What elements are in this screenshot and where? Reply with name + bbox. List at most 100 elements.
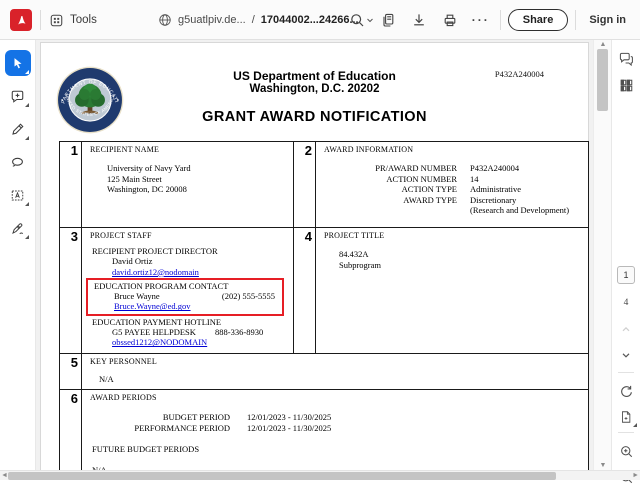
acrobat-logo-icon[interactable] [10, 9, 32, 31]
award-info-label [316, 205, 457, 216]
section-1-number: 1 [60, 142, 82, 228]
tools-button[interactable]: Tools [49, 13, 97, 28]
performance-period-label: PERFORMANCE PERIOD [82, 423, 230, 434]
document-title: GRANT AWARD NOTIFICATION [41, 109, 588, 125]
page-thumbnails-icon[interactable] [615, 74, 637, 96]
program-contact-email-link[interactable]: Bruce.Wayne@ed.gov [94, 301, 277, 311]
rotate-page-icon[interactable] [615, 380, 637, 402]
award-info-value: Administrative [470, 184, 588, 195]
page-view-options-icon[interactable] [615, 406, 637, 428]
select-tool-button[interactable] [5, 50, 31, 76]
vertical-scrollbar-thumb[interactable] [597, 49, 608, 111]
horizontal-scrollbar[interactable]: ◄ ► [0, 470, 640, 480]
future-budget-periods-label: FUTURE BUDGET PERIODS [82, 433, 588, 455]
section-2-label: AWARD INFORMATION [316, 142, 588, 154]
payment-hotline-name: G5 PAYEE HELPDESK [112, 327, 196, 337]
project-director-email-link[interactable]: david.ortiz12@nodomain [92, 267, 293, 277]
section-5-number: 5 [60, 354, 82, 390]
current-page-input[interactable]: 1 [617, 266, 635, 284]
section-2-number: 2 [294, 142, 316, 228]
award-info-label: AWARD TYPE [316, 195, 457, 206]
key-personnel-value: N/A [82, 366, 588, 385]
comments-panel-icon[interactable] [615, 48, 637, 70]
next-page-icon[interactable] [615, 344, 637, 366]
program-contact-name: Bruce Wayne [94, 291, 160, 301]
recipient-street-line: 125 Main Street [107, 174, 293, 185]
rail-divider [618, 372, 634, 373]
scroll-up-arrow[interactable]: ▲ [594, 41, 612, 48]
more-options-icon[interactable]: ··· [469, 8, 493, 32]
download-icon[interactable] [407, 8, 431, 32]
toolbar-divider [500, 10, 501, 30]
copy-pages-icon[interactable] [376, 8, 400, 32]
recipient-city-line: Washington, DC 20008 [107, 184, 293, 195]
payment-hotline-email-link[interactable]: obssed1212@NODOMAIN [92, 337, 293, 347]
draw-pencil-tool-button[interactable] [5, 116, 31, 142]
breadcrumb-folder[interactable]: g5uatlpiv.de... [178, 14, 246, 26]
toolbar-divider [575, 10, 576, 30]
scroll-down-arrow[interactable]: ▼ [594, 462, 612, 469]
total-pages-label: 4 [624, 298, 629, 308]
zoom-in-icon[interactable] [615, 440, 637, 462]
section-5-label: KEY PERSONNEL [82, 354, 588, 366]
search-icon[interactable] [345, 8, 369, 32]
program-contact-phone: (202) 555-5555 [222, 291, 277, 301]
section-key-personnel: KEY PERSONNEL N/A [82, 354, 588, 390]
fill-sign-tool-button[interactable] [5, 215, 31, 241]
pdf-page: DEPARTMENT OF EDUCATION UNITED STATES OF… [40, 42, 589, 470]
award-info-value: Discretionary [470, 195, 588, 206]
rail-divider [618, 432, 634, 433]
project-director-name: David Ortiz [92, 256, 293, 266]
left-tool-rail [0, 40, 36, 470]
award-info-label: ACTION TYPE [316, 184, 457, 195]
document-header-line2: Washington, D.C. 20202 [41, 83, 588, 95]
education-program-contact-annotation: EDUCATION PROGRAM CONTACT Bruce Wayne (2… [86, 278, 284, 316]
award-info-label: ACTION NUMBER [316, 174, 457, 185]
award-info-value: P432A240004 [470, 163, 588, 174]
globe-icon [158, 13, 172, 27]
section-award-periods: AWARD PERIODS BUDGET PERIOD 12/01/2023 -… [82, 390, 588, 470]
section-1-label: RECIPIENT NAME [82, 142, 293, 154]
budget-period-label: BUDGET PERIOD [82, 412, 230, 423]
budget-period-value: 12/01/2023 - 11/30/2025 [247, 412, 588, 423]
right-tool-rail: 1 4 [611, 40, 640, 470]
section-3-label: PROJECT STAFF [82, 228, 293, 240]
print-icon[interactable] [438, 8, 462, 32]
section-4-label: PROJECT TITLE [316, 228, 588, 240]
add-text-tool-button[interactable] [5, 182, 31, 208]
breadcrumb-separator: / [252, 14, 255, 26]
recipient-name-line: University of Navy Yard [107, 163, 293, 174]
section-6-label: AWARD PERIODS [82, 390, 588, 402]
lasso-highlight-tool-button[interactable] [5, 149, 31, 175]
previous-page-icon[interactable] [615, 318, 637, 340]
comment-tool-button[interactable] [5, 83, 31, 109]
payment-hotline-phone: 888-336-8930 [215, 327, 263, 337]
future-budget-periods-value: N/A [82, 455, 588, 471]
section-project-title: PROJECT TITLE 84.432A Subprogram [316, 228, 588, 354]
section-4-number: 4 [294, 228, 316, 354]
top-toolbar: Tools g5uatlpiv.de... / 17044002...24266… [0, 0, 640, 40]
sign-in-button[interactable]: Sign in [583, 14, 632, 26]
horizontal-scrollbar-thumb[interactable] [8, 472, 556, 480]
document-viewport[interactable]: DEPARTMENT OF EDUCATION UNITED STATES OF… [36, 40, 593, 470]
award-reference-number: P432A240004 [495, 69, 544, 79]
project-director-heading: RECIPIENT PROJECT DIRECTOR [92, 246, 293, 256]
section-3-number: 3 [60, 228, 82, 354]
share-button[interactable]: Share [508, 9, 569, 31]
award-info-value: (Research and Development) [470, 205, 588, 216]
project-title-subprogram: Subprogram [339, 260, 588, 271]
toolbar-divider [40, 10, 41, 30]
section-6-number: 6 [60, 390, 82, 470]
performance-period-value: 12/01/2023 - 11/30/2025 [247, 423, 588, 434]
grant-table: 1 RECIPIENT NAME University of Navy Yard… [59, 141, 589, 470]
tools-label: Tools [70, 14, 97, 26]
payment-hotline-heading: EDUCATION PAYMENT HOTLINE [92, 317, 293, 327]
program-contact-heading: EDUCATION PROGRAM CONTACT [94, 281, 277, 291]
project-title-code: 84.432A [339, 249, 588, 260]
section-award-information: AWARD INFORMATION PR/AWARD NUMBER P432A2… [316, 142, 588, 228]
section-project-staff: PROJECT STAFF RECIPIENT PROJECT DIRECTOR… [82, 228, 294, 354]
section-recipient-name: RECIPIENT NAME University of Navy Yard 1… [82, 142, 294, 228]
award-info-value: 14 [470, 174, 588, 185]
vertical-scrollbar[interactable]: ▲ ▼ [593, 40, 611, 470]
document-breadcrumb[interactable]: g5uatlpiv.de... / 17044002...24266... [158, 0, 375, 40]
